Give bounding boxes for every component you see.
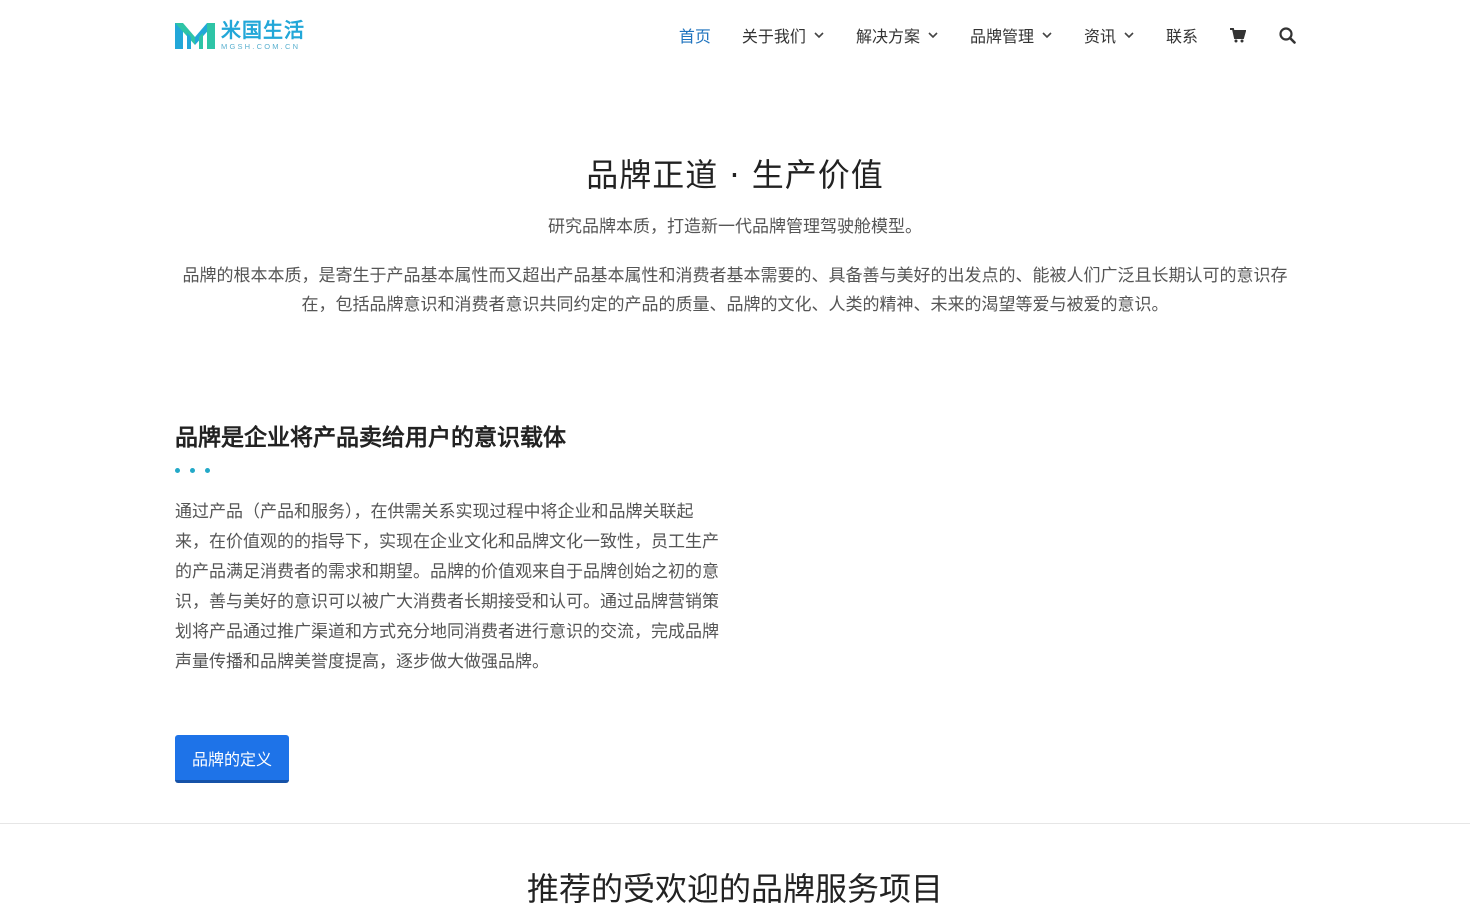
decoration-dot [205,468,210,473]
site-header: 米国生活 MGSH.COM.CN 首页 关于我们 解决方案 品牌管理 资讯 联系 [0,0,1470,70]
hero-description: 品牌的根本本质，是寄生于产品基本属性而又超出产品基本属性和消费者基本需要的、具备… [182,266,1288,315]
feature-title: 品牌是企业将产品卖给用户的意识载体 [175,425,566,451]
nav-item-news[interactable]: 资讯 [1084,23,1135,47]
nav-item-brand-management[interactable]: 品牌管理 [970,23,1053,47]
brand-definition-button[interactable]: 品牌的定义 [175,735,289,783]
nav-item-contact[interactable]: 联系 [1166,23,1198,47]
nav-item-about[interactable]: 关于我们 [742,23,825,47]
logo-mark-icon [175,23,215,49]
nav-item-label: 联系 [1165,27,1198,46]
nav-item-label: 资讯 [1083,27,1116,46]
cart-button[interactable] [1229,26,1247,44]
logo-name-cn: 米国生活 [221,17,305,42]
section-divider [0,823,1470,824]
site-logo[interactable]: 米国生活 MGSH.COM.CN [175,18,327,52]
nav-item-label: 关于我们 [741,27,806,46]
chevron-down-icon [1042,32,1052,39]
main-nav: 首页 关于我们 解决方案 品牌管理 资讯 联系 [648,0,1296,70]
chevron-down-icon [814,32,824,39]
chevron-down-icon [1124,32,1134,39]
search-icon [1278,26,1296,44]
nav-item-label: 首页 [678,27,711,46]
decoration-dot [175,468,180,473]
logo-text: 米国生活 MGSH.COM.CN [221,20,305,51]
decoration-dot [190,468,195,473]
search-button[interactable] [1278,26,1296,44]
nav-item-solutions[interactable]: 解决方案 [856,23,939,47]
title-decoration-dots [175,468,210,473]
feature-body-text: 通过产品（产品和服务），在供需关系实现过程中将企业和品牌关联起来，在价值观的的指… [175,502,719,672]
services-section-title: 推荐的受欢迎的品牌服务项目 [526,870,943,908]
cart-icon [1230,27,1246,42]
logo-name-en: MGSH.COM.CN [221,41,301,51]
hero-subtitle: 研究品牌本质，打造新一代品牌管理驾驶舱模型。 [548,217,922,237]
chevron-down-icon [928,32,938,39]
nav-item-home[interactable]: 首页 [679,23,711,47]
nav-item-label: 解决方案 [855,27,920,46]
hero-title: 品牌正道 · 生产价值 [586,156,884,194]
nav-item-label: 品牌管理 [969,27,1034,46]
